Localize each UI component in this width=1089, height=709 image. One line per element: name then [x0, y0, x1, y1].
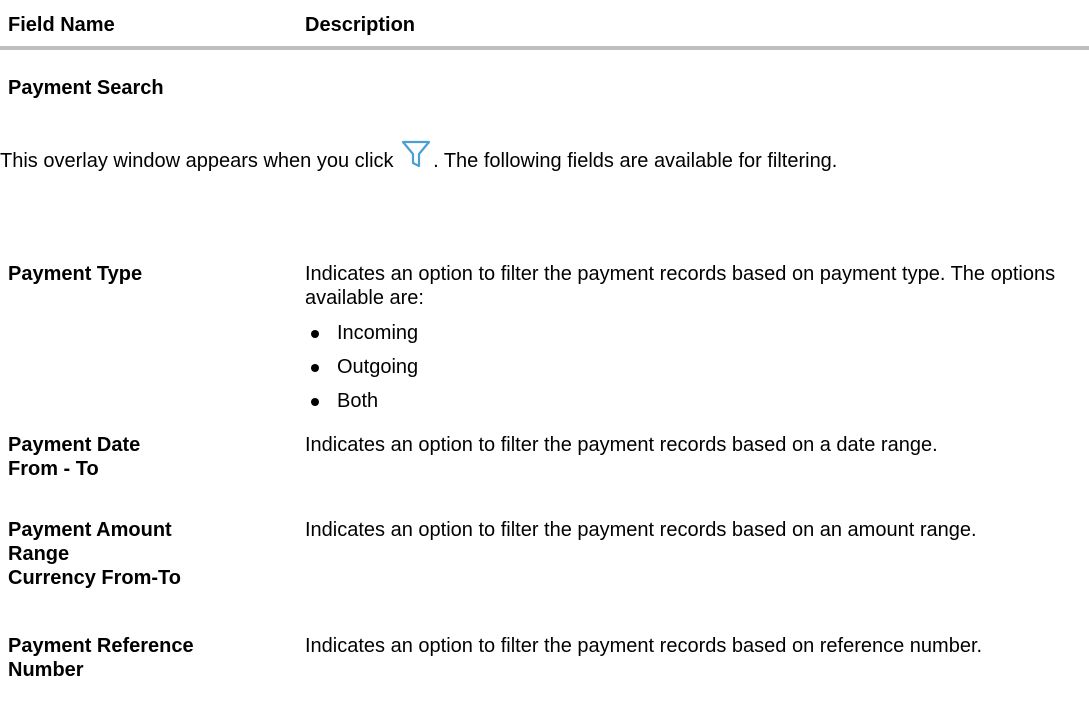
- field-name-line: Range: [8, 543, 70, 565]
- field-description: Indicates an option to filter the paymen…: [305, 434, 938, 456]
- intro-text-before: This overlay window appears when you cli…: [0, 150, 400, 172]
- field-name: Payment Reference Number: [8, 634, 268, 682]
- field-name-line: From - To: [8, 458, 99, 480]
- intro-text-after: . The following fields are available for…: [433, 150, 838, 172]
- options-list: Incoming Outgoing Both: [305, 318, 1085, 420]
- filter-funnel-icon: [401, 139, 431, 169]
- field-name-line: Payment Amount: [8, 519, 172, 541]
- column-header-field-name: Field Name: [8, 14, 115, 36]
- column-header-description: Description: [305, 14, 416, 36]
- field-description: Indicates an option to filter the paymen…: [305, 262, 1085, 420]
- section-intro: This overlay window appears when you cli…: [0, 139, 960, 176]
- field-name-line: Number: [8, 659, 84, 681]
- field-name-line: Payment Date: [8, 434, 141, 456]
- field-description: Indicates an option to filter the paymen…: [305, 519, 977, 541]
- field-name: Payment Type: [8, 262, 268, 286]
- section-title: Payment Search: [8, 77, 164, 99]
- field-name: Payment Amount Range Currency From-To: [8, 518, 268, 590]
- field-name-line: Currency From-To: [8, 567, 181, 589]
- list-item: Outgoing: [305, 352, 1085, 386]
- table-header: Field Name Description: [0, 0, 1089, 50]
- field-name-line: Payment Reference: [8, 635, 194, 657]
- field-description: Indicates an option to filter the paymen…: [305, 635, 983, 657]
- field-name: Payment Date From - To: [8, 433, 268, 481]
- field-name-line: Payment Type: [8, 263, 143, 285]
- list-item: Both: [305, 386, 1085, 420]
- list-item: Incoming: [305, 318, 1085, 352]
- description-text: Indicates an option to filter the paymen…: [305, 263, 1056, 309]
